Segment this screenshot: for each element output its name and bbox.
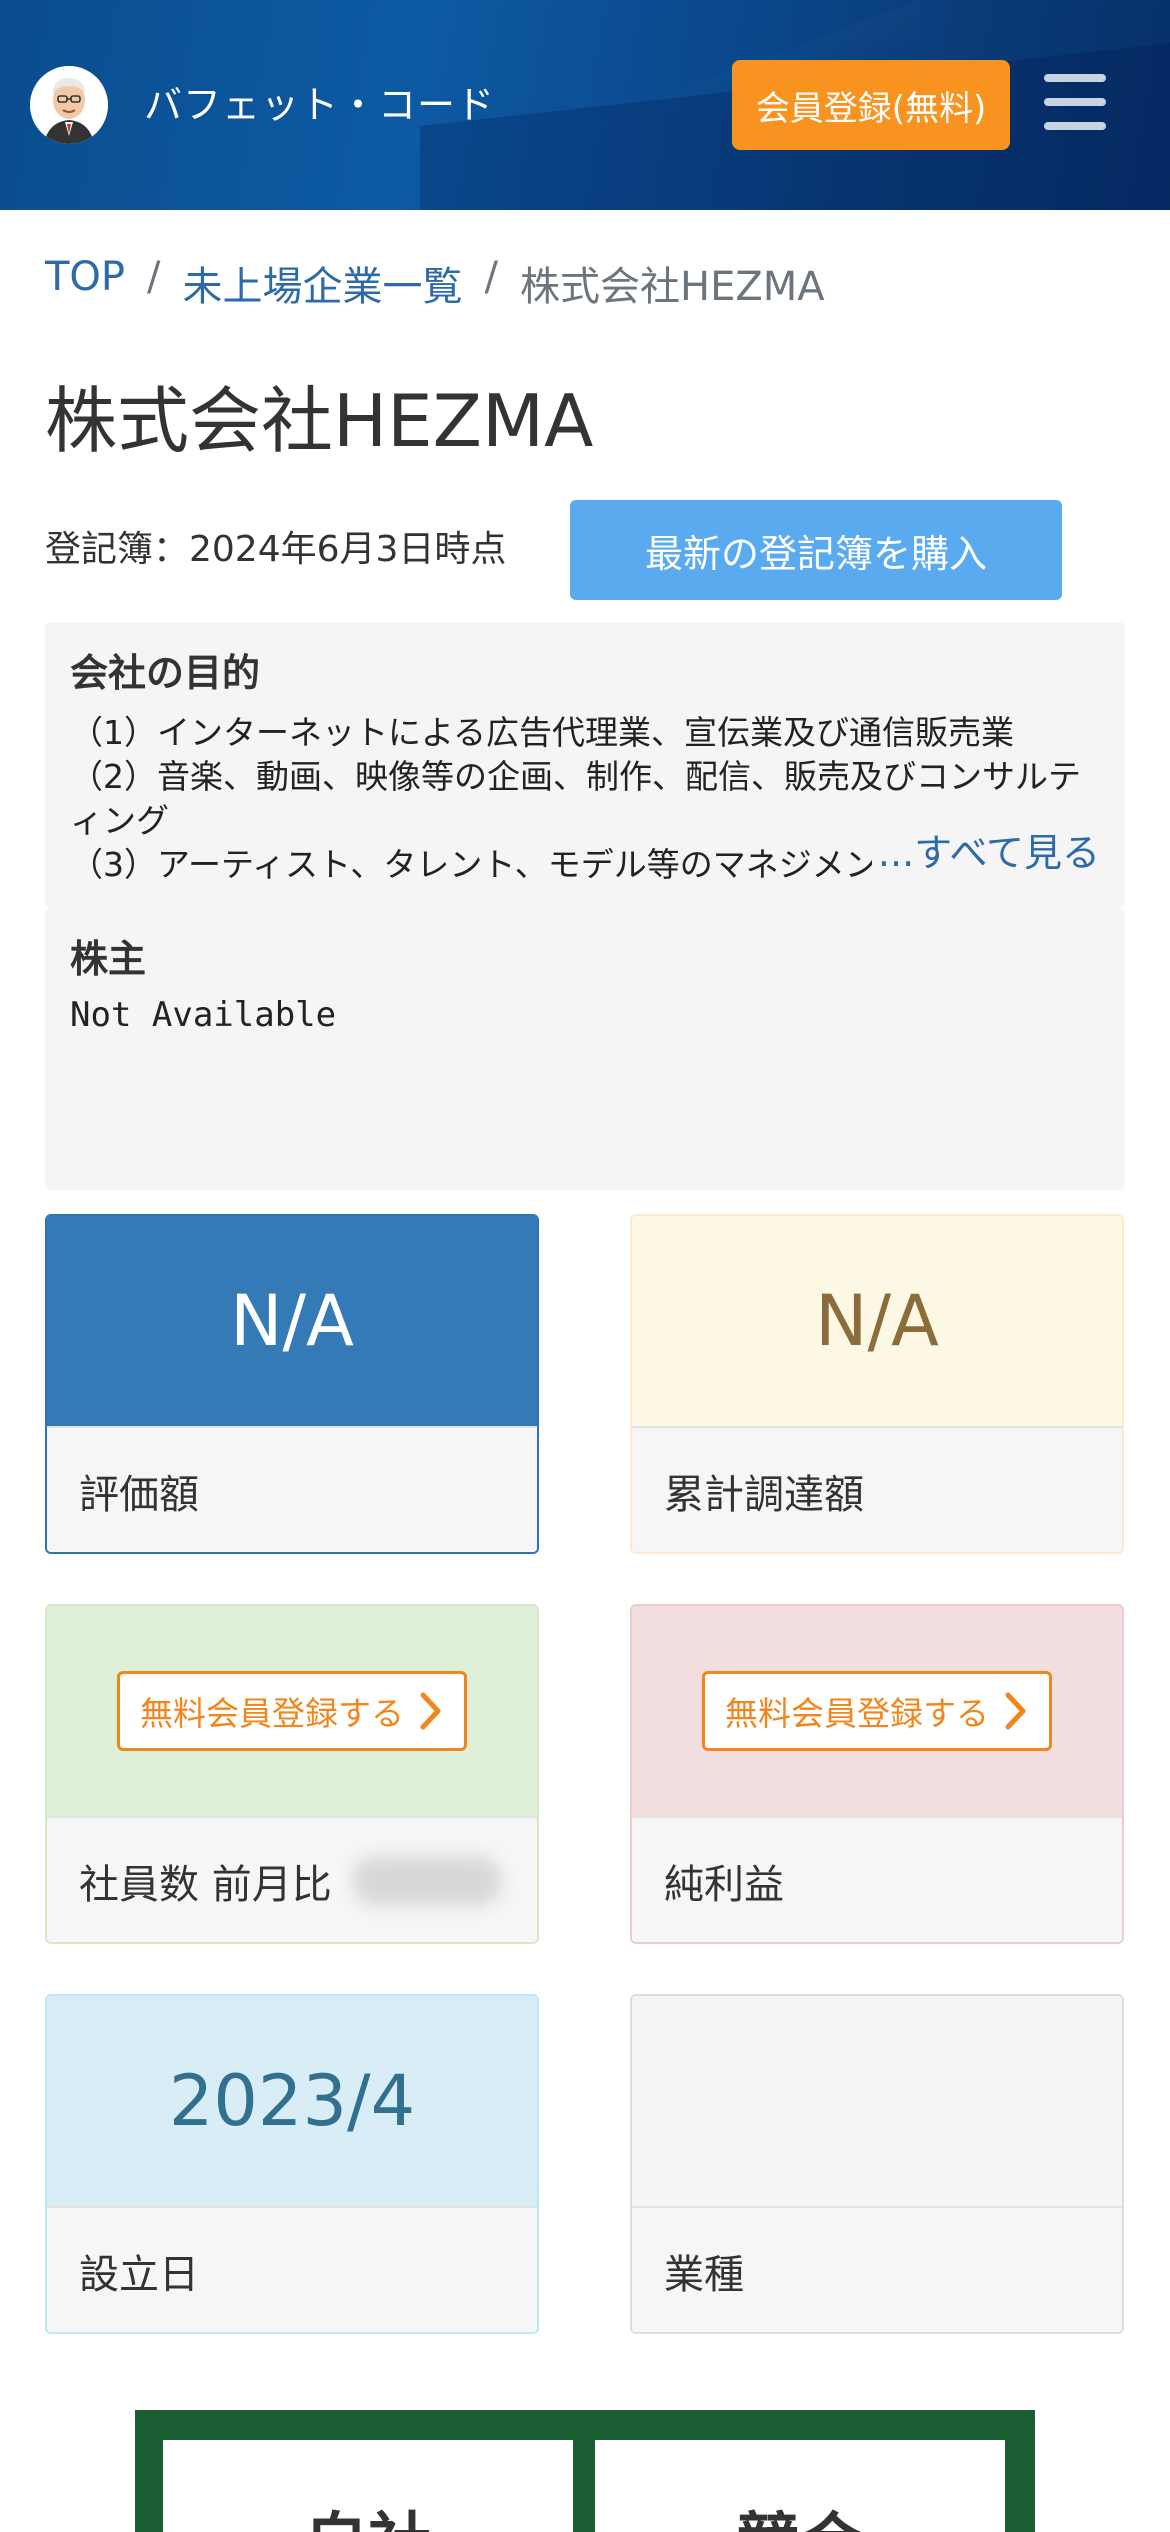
employees-card: 無料会員登録する 社員数 前月比 [45,1604,539,1944]
valuation-label: 評価額 [47,1426,537,1552]
funding-value: N/A [632,1216,1122,1426]
funding-card: N/A 累計調達額 [630,1214,1124,1554]
valuation-value: N/A [47,1216,537,1426]
net-income-label: 純利益 [632,1816,1122,1942]
net-income-card: 無料会員登録する 純利益 [630,1604,1124,1944]
breadcrumb-unlisted-companies[interactable]: 未上場企業一覧 [183,254,463,312]
funding-label: 累計調達額 [632,1426,1122,1552]
breadcrumb: TOP / 未上場企業一覧 / 株式会社HEZMA [45,254,825,312]
buffett-avatar-icon [30,66,108,144]
breadcrumb-current: 株式会社HEZMA [520,264,825,310]
banner-competitor: 競合 [595,2440,1005,2532]
banner-own-company: 自社 [163,2440,573,2532]
see-all-label: すべて見る [914,831,1100,875]
industry-value [632,1996,1122,2206]
employees-label: 社員数 前月比 [79,1862,332,1908]
ellipsis: ... [877,831,915,875]
site-name[interactable]: バフェット・コード [144,74,495,129]
free-register-label: 無料会員登録する [725,1694,989,1733]
industry-label: 業種 [632,2206,1122,2332]
register-button[interactable]: 会員登録(無料) [732,60,1010,150]
comparison-banner[interactable]: 自社 競合 [135,2410,1035,2532]
buy-registry-button[interactable]: 最新の登記簿を購入 [570,500,1062,600]
founded-value: 2023/4 [47,1996,537,2206]
site-header: バフェット・コード 会員登録(無料) [0,0,1170,210]
registry-row: 登記簿：2024年6月3日時点 最新の登記簿を購入 [45,500,1125,600]
breadcrumb-separator: / [484,254,499,300]
shareholders-title: 株主 [70,937,147,981]
industry-card: 業種 [630,1994,1124,2334]
breadcrumb-separator: / [147,254,161,300]
registry-date: 登記簿：2024年6月3日時点 [45,529,507,570]
hamburger-menu-icon[interactable] [1044,74,1106,130]
free-register-label: 無料会員登録する [140,1694,404,1733]
logo-avatar[interactable] [30,66,108,144]
blurred-value [351,1856,502,1906]
net-income-top: 無料会員登録する [632,1606,1122,1816]
free-register-button[interactable]: 無料会員登録する [117,1671,467,1751]
see-all-link[interactable]: ...すべて見る [871,822,1100,877]
purpose-title: 会社の目的 [70,651,261,695]
free-register-button[interactable]: 無料会員登録する [702,1671,1052,1751]
shareholders-value: Not Available [70,995,337,1035]
shareholders-box: 株主 Not Available [45,908,1125,1190]
valuation-card: N/A 評価額 [45,1214,539,1554]
founded-label: 設立日 [47,2206,537,2332]
founded-card: 2023/4 設立日 [45,1994,539,2334]
employees-label-row: 社員数 前月比 [47,1816,537,1942]
chevron-right-icon [1005,1692,1026,1730]
chevron-right-icon [420,1692,441,1730]
employees-top: 無料会員登録する [47,1606,537,1816]
breadcrumb-top[interactable]: TOP [45,254,125,312]
company-purpose-box: 会社の目的 （1）インターネットによる広告代理業、宣伝業及び通信販売業 （2）音… [45,622,1125,908]
page-title: 株式会社HEZMA [45,379,594,463]
